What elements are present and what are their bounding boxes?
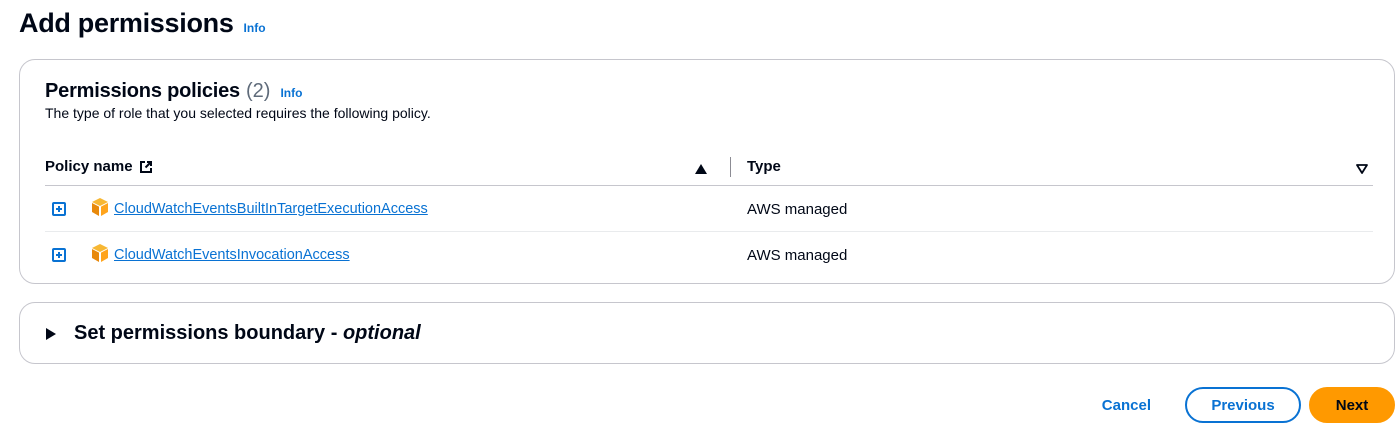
external-link-icon xyxy=(139,160,153,174)
column-divider[interactable] xyxy=(730,157,731,177)
permissions-policies-container: Permissions policies (2) Info The type o… xyxy=(19,59,1395,284)
table-header: Policy name Type xyxy=(45,148,1373,186)
wizard-actions: Cancel Previous Next xyxy=(1082,387,1395,423)
sort-ascending-icon[interactable] xyxy=(695,161,707,178)
expand-plus-icon[interactable] xyxy=(52,248,66,262)
policy-type: AWS managed xyxy=(747,247,848,264)
column-header-policy-name[interactable]: Policy name xyxy=(45,148,707,186)
column-header-policy-name-label: Policy name xyxy=(45,158,133,175)
aws-managed-policy-icon xyxy=(92,244,108,267)
aws-managed-policy-icon xyxy=(92,198,108,221)
cancel-button[interactable]: Cancel xyxy=(1082,387,1171,423)
permissions-boundary-label-text: Set permissions boundary - xyxy=(74,322,343,344)
policy-name-link[interactable]: CloudWatchEventsInvocationAccess xyxy=(114,247,350,263)
permissions-policies-description: The type of role that you selected requi… xyxy=(45,105,431,121)
column-header-type[interactable]: Type xyxy=(747,148,781,186)
policies-table: Policy name Type CloudWatchEventsBuiltIn… xyxy=(45,148,1373,278)
next-button[interactable]: Next xyxy=(1309,387,1395,423)
permissions-boundary-label: Set permissions boundary - optional xyxy=(74,322,421,345)
permissions-policies-title: Permissions policies xyxy=(45,80,240,102)
table-row: CloudWatchEventsBuiltInTargetExecutionAc… xyxy=(45,186,1373,232)
policy-type: AWS managed xyxy=(747,201,848,218)
caret-right-icon xyxy=(46,327,56,340)
permissions-boundary-optional: optional xyxy=(342,322,421,344)
column-header-type-label: Type xyxy=(747,158,781,175)
previous-button[interactable]: Previous xyxy=(1185,387,1301,423)
expand-plus-icon[interactable] xyxy=(52,202,66,216)
policy-name-link[interactable]: CloudWatchEventsBuiltInTargetExecutionAc… xyxy=(114,201,428,217)
page-title: Add permissions xyxy=(19,8,234,38)
permissions-policies-header: Permissions policies (2) Info The type o… xyxy=(45,80,431,121)
permissions-boundary-container: Set permissions boundary - optional xyxy=(19,302,1395,364)
table-row: CloudWatchEventsInvocationAccess AWS man… xyxy=(45,232,1373,278)
permissions-policies-info-link[interactable]: Info xyxy=(280,86,302,100)
page-header: Add permissions Info xyxy=(19,8,266,39)
sort-descending-icon[interactable] xyxy=(1356,161,1368,179)
permissions-policies-count: (2) xyxy=(245,80,271,102)
permissions-boundary-expander[interactable]: Set permissions boundary - optional xyxy=(46,322,421,345)
page-info-link[interactable]: Info xyxy=(244,21,266,35)
